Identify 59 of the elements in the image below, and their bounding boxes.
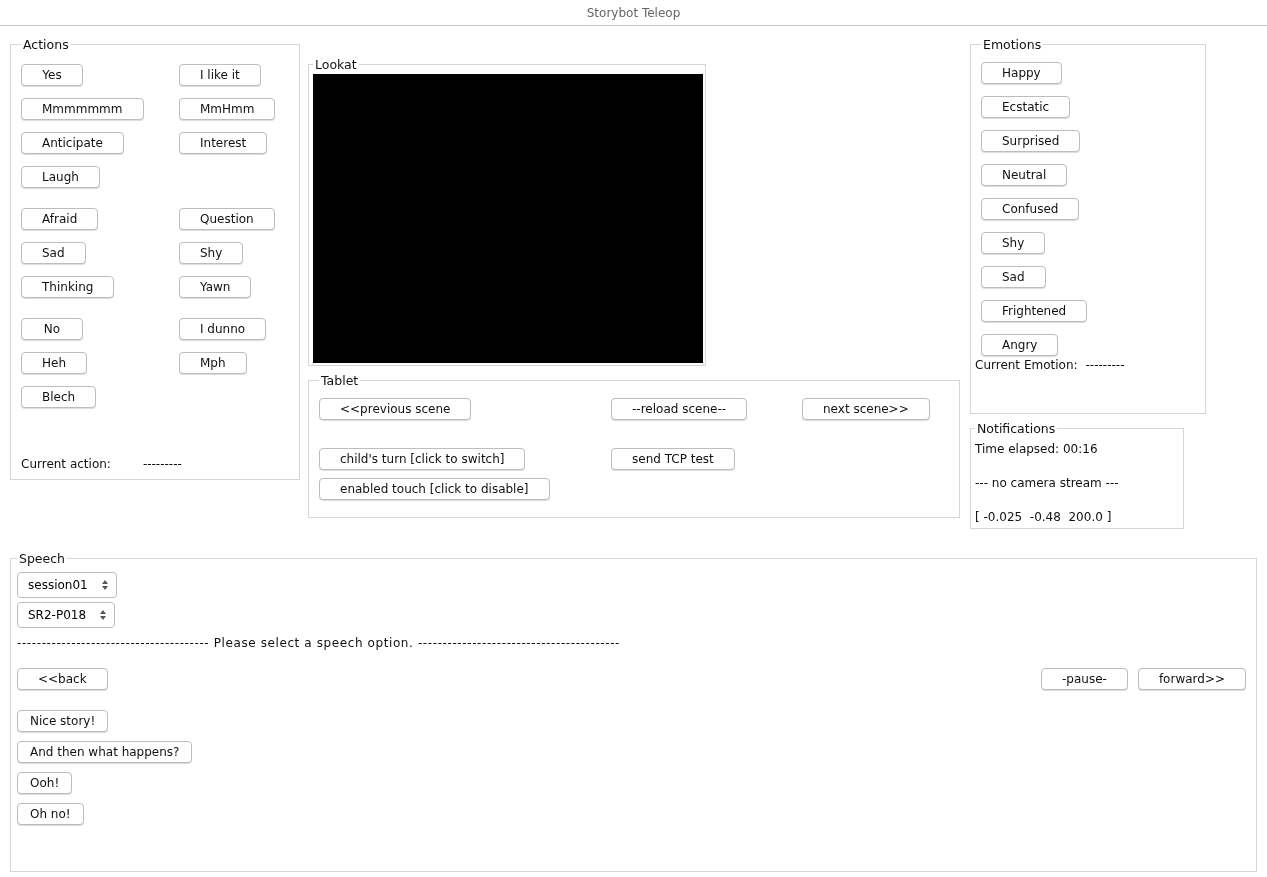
panel-title: Tablet: [320, 373, 360, 388]
action-button[interactable]: Laugh: [21, 165, 100, 188]
action-button[interactable]: Yawn: [179, 275, 252, 298]
panel-title: Speech: [18, 552, 67, 566]
action-button[interactable]: Question: [179, 207, 275, 230]
notification-text: Time elapsed: 00:16: [975, 440, 1099, 458]
emotion-button[interactable]: Happy: [981, 61, 1062, 84]
action-button[interactable]: Interest: [179, 131, 268, 154]
speech-option-button[interactable]: Ooh!: [17, 771, 73, 794]
panel-title: Actions: [22, 38, 70, 52]
dropdown[interactable]: SR2-P018: [17, 601, 116, 628]
status-value: ---------: [142, 456, 182, 473]
nav-button[interactable]: -pause-: [1041, 667, 1128, 690]
updown-arrows-icon: [101, 579, 108, 590]
status-label: Current Emotion:: [975, 356, 1078, 374]
speech-option-button[interactable]: Oh no!: [17, 802, 84, 825]
action-button[interactable]: Thinking: [21, 275, 115, 298]
tablet-button[interactable]: child's turn [click to switch]: [319, 447, 526, 470]
status-label: Current action:: [21, 456, 111, 473]
panel-title: Lookat: [314, 58, 358, 72]
notification-text: --- no camera stream ---: [975, 474, 1120, 492]
tablet-button[interactable]: --reload scene--: [611, 397, 748, 420]
emotion-button[interactable]: Neutral: [981, 163, 1068, 186]
tablet-button[interactable]: send TCP test: [611, 447, 735, 470]
prompt-text: --------------------------------------- Please select a speech option. -----------------------------------------: [17, 634, 622, 652]
tablet-button[interactable]: enabled touch [click to disable]: [319, 477, 550, 500]
updown-arrows-icon: [100, 609, 107, 620]
action-button[interactable]: I like it: [179, 63, 261, 86]
emotion-button[interactable]: Frightened: [981, 299, 1088, 322]
panel-title: Notifications: [976, 422, 1057, 436]
emotion-button[interactable]: Ecstatic: [981, 95, 1071, 118]
action-button[interactable]: Yes: [21, 63, 83, 86]
window-title: Storybot Teleop: [0, 0, 1267, 26]
notification-text: [ -0.025 -0.48 200.0 ]: [975, 508, 1113, 526]
action-button[interactable]: MmHmm: [179, 97, 276, 120]
action-button[interactable]: Blech: [21, 385, 97, 408]
emotion-button[interactable]: Sad: [981, 265, 1046, 288]
tablet-button[interactable]: <<previous scene: [319, 397, 472, 420]
action-button[interactable]: No: [21, 317, 83, 340]
action-button[interactable]: Anticipate: [21, 131, 124, 154]
emotion-button[interactable]: Angry: [981, 333, 1059, 356]
status-value: ---------: [1085, 356, 1125, 374]
action-button[interactable]: Mph: [179, 351, 247, 374]
action-button[interactable]: Afraid: [21, 207, 99, 230]
emotion-button[interactable]: Surprised: [981, 129, 1081, 152]
action-button[interactable]: Shy: [179, 241, 244, 264]
emotion-button[interactable]: Confused: [981, 197, 1080, 220]
dropdown[interactable]: session01: [17, 571, 117, 598]
action-button[interactable]: Heh: [21, 351, 87, 374]
action-button[interactable]: Mmmmmmm: [21, 97, 144, 120]
nav-button[interactable]: <<back: [17, 667, 108, 690]
tablet-button[interactable]: next scene>>: [802, 397, 930, 420]
emotion-button[interactable]: Shy: [981, 231, 1046, 254]
nav-button[interactable]: forward>>: [1137, 667, 1246, 690]
action-button[interactable]: Sad: [21, 241, 86, 264]
panel-title: Emotions: [982, 38, 1043, 52]
speech-option-button[interactable]: And then what happens?: [17, 740, 193, 763]
speech-option-button[interactable]: Nice story!: [17, 709, 109, 732]
action-button[interactable]: I dunno: [179, 317, 267, 340]
